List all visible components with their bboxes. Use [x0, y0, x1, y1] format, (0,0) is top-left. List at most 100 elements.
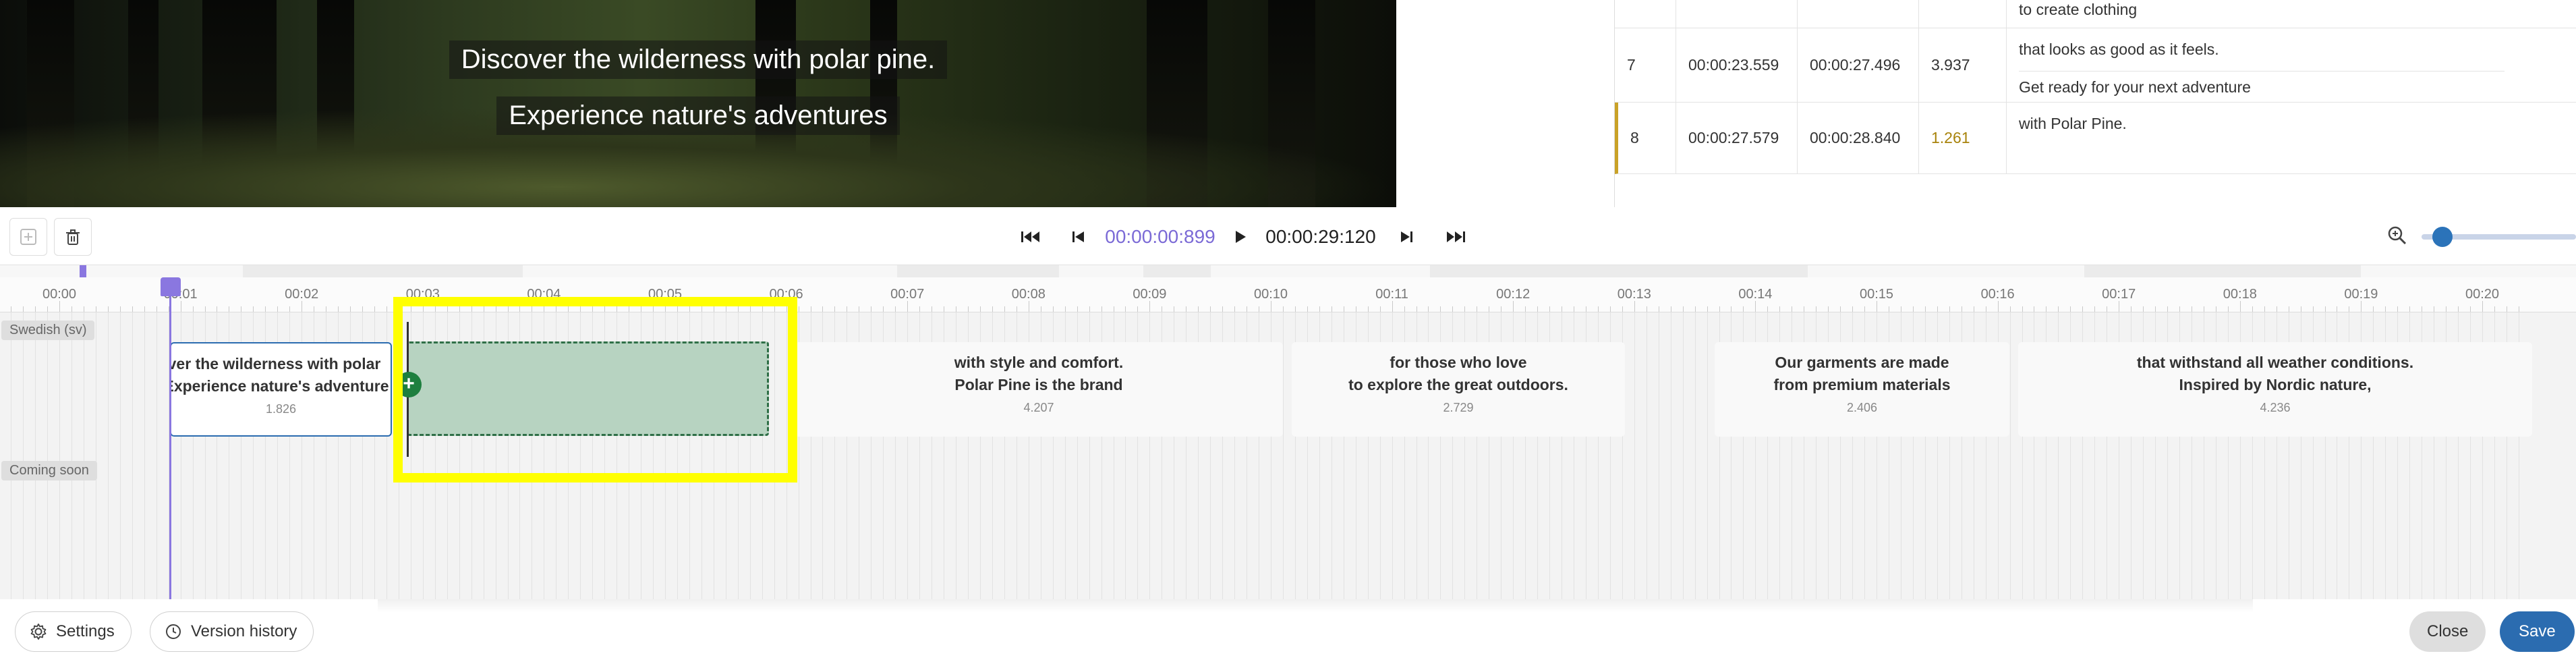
skip-to-end-button[interactable]	[1442, 222, 1469, 252]
ruler-tick	[1634, 301, 1635, 312]
ruler-tick	[1416, 306, 1417, 312]
plus-square-icon	[20, 229, 36, 245]
ruler-tick	[1452, 306, 1453, 312]
timeline-scrollbar[interactable]	[0, 265, 2576, 277]
ruler-tick-label: 00:20	[2465, 287, 2500, 302]
ruler-tick	[2155, 306, 2156, 312]
row-index: 8	[1630, 129, 1639, 146]
ruler-tick	[1683, 306, 1684, 312]
ruler-tick	[108, 306, 109, 312]
ruler-tick	[2179, 306, 2180, 312]
ruler-tick-label: 00:18	[2223, 287, 2257, 302]
subtitle-block[interactable]: with style and comfort. Polar Pine is th…	[795, 342, 1283, 437]
ruler-tick	[834, 306, 835, 312]
ruler-tick-label: 00:14	[1738, 287, 1773, 302]
ruler-tick	[1549, 306, 1550, 312]
ruler-tick	[1622, 306, 1623, 312]
time-ruler[interactable]: 00:0000:0100:0200:0300:0400:0500:0600:07…	[0, 277, 2576, 312]
footer-shadow	[378, 599, 2253, 613]
track-label-swedish: Swedish (sv)	[1, 321, 95, 340]
block-duration: 2.406	[1846, 401, 1878, 414]
ruler-tick-label: 00:19	[2344, 287, 2378, 302]
playback-toolbar: 00:00:00:899 00:00:29:120	[0, 207, 2576, 265]
table-row-active[interactable]: 8 00:00:27.579 00:00:28.840 1.261 with P…	[1615, 103, 2576, 174]
row-start	[1676, 0, 1797, 28]
ruler-tick	[47, 306, 48, 312]
ruler-tick-label: 00:17	[2102, 287, 2136, 302]
close-button[interactable]: Close	[2409, 611, 2486, 652]
playhead-line[interactable]	[169, 277, 171, 599]
zoom-in-button[interactable]	[2386, 225, 2408, 250]
ruler-tick	[2385, 306, 2386, 312]
ruler-tick	[992, 306, 993, 312]
subtitle-block[interactable]: Our garments are made from premium mater…	[1715, 342, 2009, 437]
row-text[interactable]: to create clothing	[2006, 0, 2576, 28]
ruler-tick	[253, 306, 254, 312]
ruler-tick-label: 00:00	[42, 287, 77, 302]
ruler-tick	[2082, 306, 2083, 312]
version-history-button[interactable]: Version history	[150, 611, 314, 652]
grid-line	[1634, 312, 1635, 599]
zoom-in-icon	[2388, 226, 2407, 245]
delete-subtitle-button[interactable]	[54, 218, 92, 256]
gear-icon	[30, 624, 47, 640]
block-line-1: Our garments are made	[1775, 354, 1949, 371]
grid-line	[1283, 312, 1284, 599]
ruler-tick	[883, 306, 884, 312]
ruler-tick	[1464, 306, 1465, 312]
grid-line	[144, 312, 145, 599]
row-text[interactable]: that looks as good as it feels. Get read…	[2006, 28, 2576, 102]
ruler-tick	[1380, 306, 1381, 312]
subtitle-block[interactable]: for those who love to explore the great …	[1292, 342, 1625, 437]
ruler-tick	[374, 306, 375, 312]
block-line-2: from premium materials	[1773, 376, 1951, 393]
ruler-tick-label: 00:15	[1859, 287, 1894, 302]
track-label-coming-soon: Coming soon	[1, 461, 97, 480]
timeline[interactable]: 00:0000:0100:0200:0300:0400:0500:0600:07…	[0, 265, 2576, 599]
ruler-tick	[968, 306, 969, 312]
ruler-tick	[1610, 306, 1611, 312]
ruler-tick	[2482, 301, 2483, 312]
video-preview[interactable]: Discover the wilderness with polar pine.…	[0, 0, 1396, 207]
ruler-tick	[1719, 306, 1720, 312]
ruler-tick	[2240, 301, 2241, 312]
ruler-tick	[2228, 306, 2229, 312]
ruler-tick	[2252, 306, 2253, 312]
table-row[interactable]: to create clothing	[1615, 0, 2576, 28]
ruler-tick	[1077, 306, 1078, 312]
ruler-tick	[1149, 301, 1150, 312]
zoom-slider-handle[interactable]	[2432, 227, 2453, 247]
play-button[interactable]	[1230, 222, 1251, 252]
previous-button[interactable]	[1068, 222, 1089, 252]
save-button[interactable]: Save	[2500, 611, 2575, 652]
table-row[interactable]: 7 00:00:23.559 00:00:27.496 3.937 that l…	[1615, 28, 2576, 103]
ruler-tick	[2325, 306, 2326, 312]
current-time: 00:00:00:899	[1105, 226, 1215, 247]
settings-button[interactable]: Settings	[15, 611, 132, 652]
play-icon	[1236, 231, 1246, 243]
subtitle-table: to create clothing 7 00:00:23.559 00:00:…	[1614, 0, 2576, 207]
ruler-tick	[907, 301, 908, 312]
next-button[interactable]	[1396, 222, 1416, 252]
ruler-tick	[2022, 306, 2023, 312]
add-subtitle-button[interactable]	[9, 218, 47, 256]
subtitle-block[interactable]: that withstand all weather conditions. I…	[2018, 342, 2532, 437]
block-line-2: to explore the great outdoors.	[1348, 376, 1568, 393]
grid-line	[59, 312, 60, 599]
ruler-tick	[1537, 306, 1538, 312]
ruler-tick	[1428, 306, 1429, 312]
ruler-tick	[277, 306, 278, 312]
block-line-2: Polar Pine is the brand	[954, 376, 1123, 393]
row-index: 7	[1627, 56, 1636, 74]
row-text[interactable]: with Polar Pine.	[2006, 103, 2576, 173]
playhead-handle[interactable]	[161, 277, 181, 296]
skip-to-start-button[interactable]	[1017, 222, 1044, 252]
scroll-position-marker[interactable]	[80, 265, 86, 277]
ruler-tick	[1440, 306, 1441, 312]
grid-line	[47, 312, 48, 599]
subtitle-block-selected[interactable]: ver the wilderness with polar Experience…	[170, 342, 392, 437]
block-duration: 4.236	[2260, 401, 2291, 414]
subtitle-text-2: Experience nature's adventures	[496, 96, 900, 135]
ruler-tick	[1319, 306, 1320, 312]
ruler-tick-label: 00:16	[1980, 287, 2015, 302]
